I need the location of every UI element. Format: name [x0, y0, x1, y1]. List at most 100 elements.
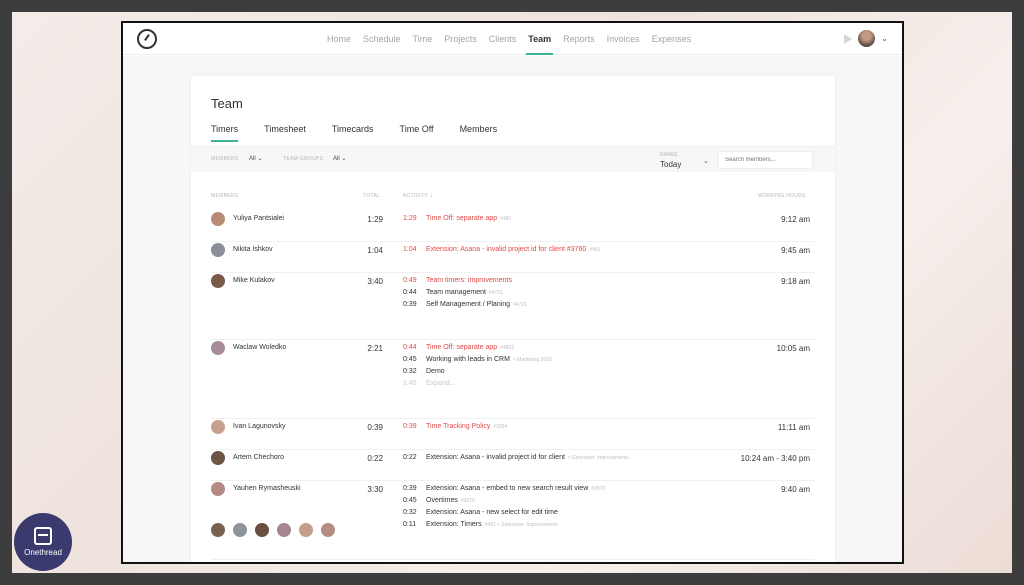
nav-item-home[interactable]: Home [321, 23, 357, 55]
member-name[interactable]: Artem Chechoro [233, 454, 284, 461]
avatar[interactable] [255, 523, 269, 537]
member-total: 3:30 [367, 485, 383, 494]
activity-title[interactable]: Overtimes [426, 497, 458, 504]
table-row[interactable]: Waclaw Woledko 2:21 0:44 Time Off: separate… [211, 341, 815, 419]
tab-time-off[interactable]: Time Off [400, 124, 434, 142]
member-total: 0:22 [367, 454, 383, 463]
member-name[interactable]: Yuliya Pantsialei [233, 215, 284, 222]
table-row[interactable]: Nikita Ishkov 1:04 1:04 Extension: Asana - … [211, 243, 815, 273]
activity-title[interactable]: Working with leads in CRM [426, 356, 510, 363]
activity-entry[interactable]: 1:29 Time Off: separate app #481 [403, 215, 511, 222]
activity-title[interactable]: Team management [426, 289, 486, 296]
working-hours: 9:45 am [781, 246, 810, 255]
avatar[interactable] [211, 523, 225, 537]
activity-title[interactable]: Extension: Asana - invalid project id fo… [426, 246, 586, 253]
range-label: RANGE [660, 152, 678, 158]
column-header-activity[interactable]: ACTIVITY ⇣ [403, 193, 434, 199]
search-members-input[interactable] [718, 151, 813, 169]
user-avatar[interactable] [858, 30, 876, 47]
activity-tag: #4721 [513, 302, 527, 308]
activity-entry[interactable]: 0:45 Overtimes #3670 [403, 497, 475, 504]
nav-item-expenses[interactable]: Expenses [646, 23, 698, 55]
activity-entry[interactable]: 0:22 Extension: Asana - invalid project i… [403, 454, 629, 461]
activity-entry[interactable]: 0:45 Working with leads in CRM < Marketing… [403, 356, 552, 363]
activity-title[interactable]: Extension: Asana - embed to new search r… [426, 485, 588, 492]
main-nav: Home Schedule Time Projects Clients Team Repor… [321, 23, 697, 55]
activity-title[interactable]: Time Tracking Policy [426, 423, 490, 430]
activity-entry[interactable]: 0:39 Extension: Asana - embed to new sear… [403, 485, 605, 492]
team-groups-filter-select[interactable]: All ⌄ [333, 155, 346, 162]
app-logo-icon[interactable] [137, 29, 157, 49]
activity-entry[interactable]: 0:49 Team timers: improvements [403, 277, 512, 284]
activity-entry[interactable]: 0:11 Extension: Timers #481 < Extension: I… [403, 521, 558, 528]
nav-item-time[interactable]: Time [407, 23, 439, 55]
nav-item-invoices[interactable]: Invoices [601, 23, 646, 55]
activity-tag: #4721 [488, 290, 503, 296]
filter-bar: MEMBERS All ⌄ TEAM GROUPS All ⌄ RANGE To… [191, 146, 835, 172]
member-total: 1:29 [367, 215, 383, 224]
nav-item-schedule[interactable]: Schedule [357, 23, 407, 55]
member-name[interactable]: Ivan Lagunovsky [233, 423, 286, 430]
play-icon[interactable] [844, 33, 853, 44]
members-filter-select[interactable]: All ⌄ [249, 155, 262, 162]
activity-entry[interactable]: 0:39 Self Management / Planing #4721 [403, 301, 527, 308]
member-name[interactable]: Waclaw Woledko [233, 344, 286, 351]
tab-timecards[interactable]: Timecards [332, 124, 374, 142]
activity-title[interactable]: Extension: Asana - invalid project id fo… [426, 454, 565, 461]
table-row[interactable]: Yauhen Rymasheuski 3:30 0:39 Extension: Asa… [211, 482, 815, 560]
activity-duration: 0:39 [403, 423, 417, 430]
activity-entry[interactable]: 1:04 Extension: Asana - invalid project i… [403, 246, 600, 253]
member-total: 0:39 [367, 423, 383, 432]
activity-duration: 0:32 [403, 368, 417, 375]
table-row[interactable]: Yuliya Pantsialei 1:29 1:29 Time Off: separ… [211, 212, 815, 242]
chevron-down-icon[interactable]: ⌄ [703, 157, 709, 165]
avatar[interactable] [233, 523, 247, 537]
table-row[interactable]: Ivan Lagunovsky 0:39 0:39 Time Tracking Pol… [211, 420, 815, 450]
nav-item-projects[interactable]: Projects [438, 23, 483, 55]
nav-item-team[interactable]: Team [522, 23, 557, 55]
activity-title[interactable]: Expand... [426, 380, 456, 387]
member-name[interactable]: Nikita Ishkov [233, 246, 273, 253]
avatar [211, 451, 225, 465]
activity-tag: #3670 [591, 486, 606, 492]
activity-entry[interactable]: 0:32 Demo [403, 368, 445, 375]
nav-item-clients[interactable]: Clients [483, 23, 523, 55]
avatar [211, 420, 225, 434]
table-row[interactable]: Mike Kulakov 3:40 0:49 Team timers: improve… [211, 274, 815, 340]
working-hours: 9:18 am [781, 277, 810, 286]
members-filter-label: MEMBERS [211, 156, 239, 162]
chevron-down-icon[interactable]: ⌄ [881, 34, 888, 43]
activity-duration: 0:22 [403, 454, 417, 461]
member-name[interactable]: Yauhen Rymasheuski [233, 485, 301, 492]
activity-entry[interactable]: 0:32 Extension: Asana - new select for ed… [403, 509, 558, 516]
activity-tag: #3670 [460, 498, 475, 504]
activity-entry[interactable]: 0:44 Time Off: separate app #4802 [403, 344, 514, 351]
tab-timers[interactable]: Timers [211, 124, 239, 142]
nav-item-reports[interactable]: Reports [557, 23, 601, 55]
activity-tag: #4802 [500, 345, 515, 351]
working-hours: 9:40 am [781, 485, 810, 494]
member-name[interactable]: Mike Kulakov [233, 277, 275, 284]
tab-members[interactable]: Members [460, 124, 498, 142]
activity-title[interactable]: Team timers: improvements [426, 277, 512, 284]
page-title: Team [211, 96, 243, 111]
avatar [211, 212, 225, 226]
avatar[interactable] [321, 523, 335, 537]
activity-entry[interactable]: 0:39 Time Tracking Policy #3384 [403, 423, 507, 430]
activity-title[interactable]: Time Off: separate app [426, 215, 497, 222]
tab-timesheet[interactable]: Timesheet [264, 124, 306, 142]
working-hours: 10:05 am [776, 344, 810, 353]
activity-title[interactable]: Self Management / Planing [426, 301, 510, 308]
activity-title[interactable]: Demo [426, 368, 445, 375]
table-row[interactable]: Artem Chechoro 0:22 0:22 Extension: Asana -… [211, 451, 815, 481]
avatar[interactable] [299, 523, 313, 537]
activity-title[interactable]: Time Off: separate app [426, 344, 497, 351]
activity-entry[interactable]: 1:45 Expand... [403, 380, 456, 387]
activity-title[interactable]: Extension: Timers [426, 521, 482, 528]
activity-entry[interactable]: 0:44 Team management #4721 [403, 289, 503, 296]
column-header-working-hours: WORKING HOURS [758, 193, 806, 199]
range-select[interactable]: Today [660, 160, 681, 169]
activity-title[interactable]: Extension: Asana - new select for edit t… [426, 509, 558, 516]
avatar[interactable] [277, 523, 291, 537]
top-navbar: Home Schedule Time Projects Clients Team Repor… [123, 23, 902, 55]
